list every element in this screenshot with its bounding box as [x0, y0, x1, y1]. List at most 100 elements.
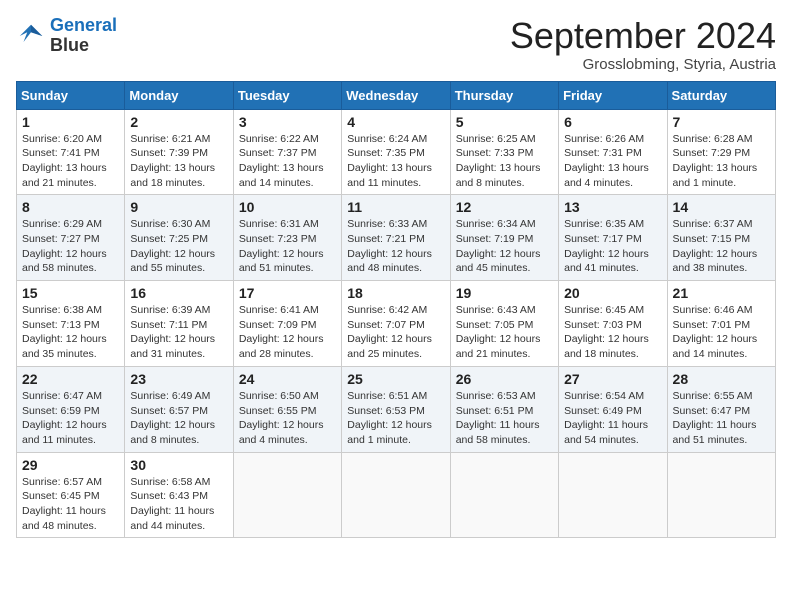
month-title: September 2024	[510, 16, 776, 56]
calendar-cell: 19 Sunrise: 6:43 AMSunset: 7:05 PMDaylig…	[450, 281, 558, 367]
weekday-header-sunday: Sunday	[17, 81, 125, 109]
page-header: GeneralBlue September 2024 Grosslobming,…	[16, 16, 776, 73]
weekday-header-monday: Monday	[125, 81, 233, 109]
calendar-cell: 1 Sunrise: 6:20 AMSunset: 7:41 PMDayligh…	[17, 109, 125, 195]
calendar-cell: 26 Sunrise: 6:53 AMSunset: 6:51 PMDaylig…	[450, 366, 558, 452]
day-number: 10	[239, 199, 336, 215]
day-number: 20	[564, 285, 661, 301]
calendar-cell: 7 Sunrise: 6:28 AMSunset: 7:29 PMDayligh…	[667, 109, 775, 195]
day-number: 28	[673, 371, 770, 387]
logo-text: GeneralBlue	[50, 16, 117, 56]
weekday-header-tuesday: Tuesday	[233, 81, 341, 109]
cell-info: Sunrise: 6:55 AMSunset: 6:47 PMDaylight:…	[673, 389, 770, 448]
day-number: 23	[130, 371, 227, 387]
day-number: 12	[456, 199, 553, 215]
cell-info: Sunrise: 6:21 AMSunset: 7:39 PMDaylight:…	[130, 132, 227, 191]
cell-info: Sunrise: 6:39 AMSunset: 7:11 PMDaylight:…	[130, 303, 227, 362]
calendar-table: SundayMondayTuesdayWednesdayThursdayFrid…	[16, 81, 776, 539]
cell-info: Sunrise: 6:35 AMSunset: 7:17 PMDaylight:…	[564, 217, 661, 276]
calendar-week-2: 8 Sunrise: 6:29 AMSunset: 7:27 PMDayligh…	[17, 195, 776, 281]
day-number: 1	[22, 114, 119, 130]
cell-info: Sunrise: 6:41 AMSunset: 7:09 PMDaylight:…	[239, 303, 336, 362]
cell-info: Sunrise: 6:51 AMSunset: 6:53 PMDaylight:…	[347, 389, 444, 448]
day-number: 29	[22, 457, 119, 473]
day-number: 2	[130, 114, 227, 130]
calendar-cell	[342, 452, 450, 538]
cell-info: Sunrise: 6:29 AMSunset: 7:27 PMDaylight:…	[22, 217, 119, 276]
cell-info: Sunrise: 6:54 AMSunset: 6:49 PMDaylight:…	[564, 389, 661, 448]
calendar-cell: 4 Sunrise: 6:24 AMSunset: 7:35 PMDayligh…	[342, 109, 450, 195]
cell-info: Sunrise: 6:49 AMSunset: 6:57 PMDaylight:…	[130, 389, 227, 448]
calendar-week-3: 15 Sunrise: 6:38 AMSunset: 7:13 PMDaylig…	[17, 281, 776, 367]
calendar-cell	[233, 452, 341, 538]
cell-info: Sunrise: 6:38 AMSunset: 7:13 PMDaylight:…	[22, 303, 119, 362]
weekday-header-wednesday: Wednesday	[342, 81, 450, 109]
calendar-cell: 30 Sunrise: 6:58 AMSunset: 6:43 PMDaylig…	[125, 452, 233, 538]
day-number: 21	[673, 285, 770, 301]
calendar-cell	[559, 452, 667, 538]
cell-info: Sunrise: 6:58 AMSunset: 6:43 PMDaylight:…	[130, 475, 227, 534]
cell-info: Sunrise: 6:33 AMSunset: 7:21 PMDaylight:…	[347, 217, 444, 276]
cell-info: Sunrise: 6:47 AMSunset: 6:59 PMDaylight:…	[22, 389, 119, 448]
weekday-header-row: SundayMondayTuesdayWednesdayThursdayFrid…	[17, 81, 776, 109]
cell-info: Sunrise: 6:20 AMSunset: 7:41 PMDaylight:…	[22, 132, 119, 191]
day-number: 18	[347, 285, 444, 301]
day-number: 13	[564, 199, 661, 215]
cell-info: Sunrise: 6:46 AMSunset: 7:01 PMDaylight:…	[673, 303, 770, 362]
day-number: 6	[564, 114, 661, 130]
weekday-header-thursday: Thursday	[450, 81, 558, 109]
cell-info: Sunrise: 6:22 AMSunset: 7:37 PMDaylight:…	[239, 132, 336, 191]
cell-info: Sunrise: 6:24 AMSunset: 7:35 PMDaylight:…	[347, 132, 444, 191]
calendar-cell: 29 Sunrise: 6:57 AMSunset: 6:45 PMDaylig…	[17, 452, 125, 538]
calendar-cell: 17 Sunrise: 6:41 AMSunset: 7:09 PMDaylig…	[233, 281, 341, 367]
calendar-cell: 11 Sunrise: 6:33 AMSunset: 7:21 PMDaylig…	[342, 195, 450, 281]
calendar-cell: 21 Sunrise: 6:46 AMSunset: 7:01 PMDaylig…	[667, 281, 775, 367]
cell-info: Sunrise: 6:43 AMSunset: 7:05 PMDaylight:…	[456, 303, 553, 362]
day-number: 16	[130, 285, 227, 301]
day-number: 14	[673, 199, 770, 215]
day-number: 22	[22, 371, 119, 387]
calendar-cell: 6 Sunrise: 6:26 AMSunset: 7:31 PMDayligh…	[559, 109, 667, 195]
day-number: 3	[239, 114, 336, 130]
logo-icon	[16, 21, 46, 51]
day-number: 11	[347, 199, 444, 215]
calendar-cell: 3 Sunrise: 6:22 AMSunset: 7:37 PMDayligh…	[233, 109, 341, 195]
day-number: 17	[239, 285, 336, 301]
calendar-cell: 8 Sunrise: 6:29 AMSunset: 7:27 PMDayligh…	[17, 195, 125, 281]
calendar-cell: 20 Sunrise: 6:45 AMSunset: 7:03 PMDaylig…	[559, 281, 667, 367]
weekday-header-saturday: Saturday	[667, 81, 775, 109]
calendar-week-1: 1 Sunrise: 6:20 AMSunset: 7:41 PMDayligh…	[17, 109, 776, 195]
calendar-cell: 24 Sunrise: 6:50 AMSunset: 6:55 PMDaylig…	[233, 366, 341, 452]
day-number: 26	[456, 371, 553, 387]
calendar-cell: 10 Sunrise: 6:31 AMSunset: 7:23 PMDaylig…	[233, 195, 341, 281]
logo: GeneralBlue	[16, 16, 117, 56]
calendar-cell: 18 Sunrise: 6:42 AMSunset: 7:07 PMDaylig…	[342, 281, 450, 367]
cell-info: Sunrise: 6:30 AMSunset: 7:25 PMDaylight:…	[130, 217, 227, 276]
calendar-week-4: 22 Sunrise: 6:47 AMSunset: 6:59 PMDaylig…	[17, 366, 776, 452]
calendar-cell: 27 Sunrise: 6:54 AMSunset: 6:49 PMDaylig…	[559, 366, 667, 452]
cell-info: Sunrise: 6:37 AMSunset: 7:15 PMDaylight:…	[673, 217, 770, 276]
cell-info: Sunrise: 6:57 AMSunset: 6:45 PMDaylight:…	[22, 475, 119, 534]
calendar-cell	[450, 452, 558, 538]
cell-info: Sunrise: 6:50 AMSunset: 6:55 PMDaylight:…	[239, 389, 336, 448]
calendar-cell: 22 Sunrise: 6:47 AMSunset: 6:59 PMDaylig…	[17, 366, 125, 452]
calendar-cell: 13 Sunrise: 6:35 AMSunset: 7:17 PMDaylig…	[559, 195, 667, 281]
calendar-cell: 25 Sunrise: 6:51 AMSunset: 6:53 PMDaylig…	[342, 366, 450, 452]
calendar-cell: 2 Sunrise: 6:21 AMSunset: 7:39 PMDayligh…	[125, 109, 233, 195]
calendar-cell: 28 Sunrise: 6:55 AMSunset: 6:47 PMDaylig…	[667, 366, 775, 452]
cell-info: Sunrise: 6:25 AMSunset: 7:33 PMDaylight:…	[456, 132, 553, 191]
cell-info: Sunrise: 6:28 AMSunset: 7:29 PMDaylight:…	[673, 132, 770, 191]
day-number: 5	[456, 114, 553, 130]
cell-info: Sunrise: 6:45 AMSunset: 7:03 PMDaylight:…	[564, 303, 661, 362]
day-number: 9	[130, 199, 227, 215]
cell-info: Sunrise: 6:34 AMSunset: 7:19 PMDaylight:…	[456, 217, 553, 276]
day-number: 7	[673, 114, 770, 130]
calendar-cell: 23 Sunrise: 6:49 AMSunset: 6:57 PMDaylig…	[125, 366, 233, 452]
day-number: 27	[564, 371, 661, 387]
title-block: September 2024 Grosslobming, Styria, Aus…	[510, 16, 776, 73]
day-number: 15	[22, 285, 119, 301]
calendar-cell	[667, 452, 775, 538]
day-number: 25	[347, 371, 444, 387]
cell-info: Sunrise: 6:26 AMSunset: 7:31 PMDaylight:…	[564, 132, 661, 191]
calendar-cell: 14 Sunrise: 6:37 AMSunset: 7:15 PMDaylig…	[667, 195, 775, 281]
